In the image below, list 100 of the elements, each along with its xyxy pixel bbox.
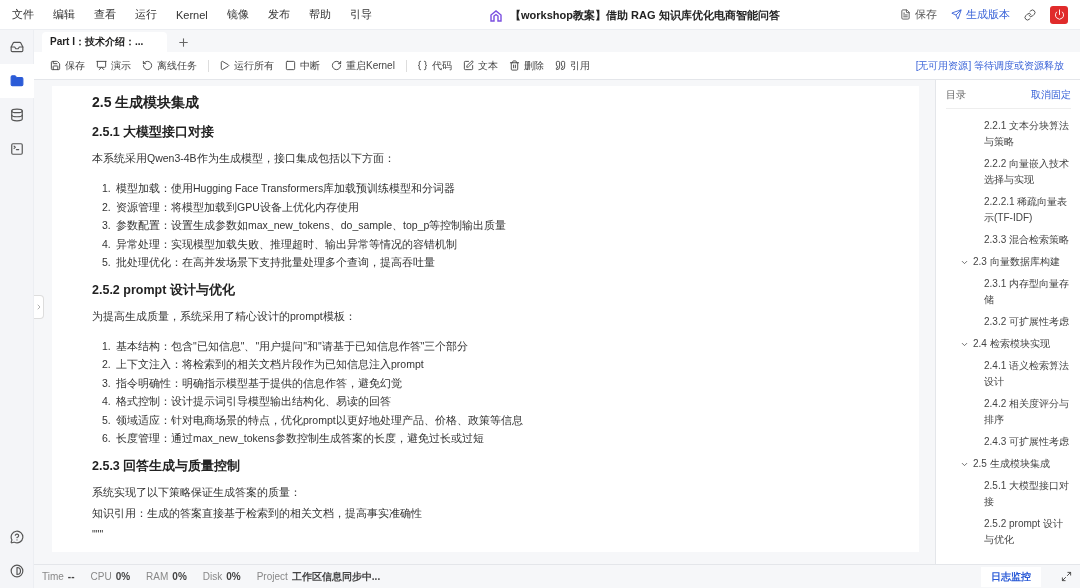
inbox-icon [9,40,24,54]
toolbar-button[interactable]: 代码 [416,58,452,73]
list-item: 异常处理：实现模型加载失败、推理超时、输出异常等情况的容错机制 [116,236,457,251]
collapse-handle[interactable] [34,295,44,319]
subsection-heading: 2.5.1 大模型接口对接 [92,124,216,141]
document-icon [900,9,911,20]
toolbar-button[interactable]: 保存 [50,58,85,73]
list-item: 基本结构：包含"已知信息"、"用户提问"和"请基于已知信息作答"三个部分 [116,338,469,353]
fullscreen-icon[interactable] [1061,571,1072,582]
menu-item[interactable]: 发布 [267,7,290,22]
paragraph: 系统实现了以下策略保证生成答案的质量： [92,484,302,499]
list-item: 参数配置：设置生成参数如max_new_tokens、do_sample、top_p等控制输出质量 [116,218,507,233]
status-value: -- [67,571,75,582]
toc-item[interactable]: 2.4.3 可扩展性考虑 [946,431,1071,453]
presentation-icon [96,60,107,71]
list-number: 4. [102,394,112,409]
list-number: 5. [102,255,112,270]
trash-icon [508,60,520,71]
folder-button[interactable] [0,64,34,98]
help-icon [9,530,24,544]
list-number: 2. [102,357,112,372]
save-button[interactable]: 保存 [900,7,937,22]
toc-section[interactable]: 2.3 向量数据库构建 [946,251,1060,273]
list-number: 6. [102,431,112,446]
list-item: 批处理优化：在高并发场景下支持批量处理多个查询，提高吞吐量 [116,255,435,270]
toolbar-button[interactable]: 重启Kernel [331,58,395,73]
unpin-link[interactable]: 取消固定 [1031,88,1071,102]
paragraph: 为提高生成质量，系统采用了精心设计的prompt模板： [92,308,357,323]
toc-title: 目录 [946,88,966,102]
send-icon [951,9,962,20]
toc-section[interactable]: 2.4 检索模块实现 [946,333,1050,355]
toolbar-button[interactable]: 删除 [508,58,544,73]
link-button[interactable] [1024,8,1036,21]
status-value: 工作区信息同步中... [291,569,381,584]
menu-item[interactable]: 文件 [12,7,34,22]
status-value: 0% [172,571,187,582]
list-item: 领域适应：针对电商场景的特点，优化prompt以更好地处理产品、价格、政策等信息 [116,412,523,427]
square-icon [285,60,296,71]
toolbar-button[interactable]: 中断 [285,58,320,73]
subsection-heading: 2.5.3 回答生成与质量控制 [92,457,242,475]
plus-icon [177,35,191,49]
toc-item[interactable]: 2.4.2 相关度评分与排序 [946,393,1071,431]
toc-section[interactable]: 2.5 生成模块集成 [946,453,1050,475]
terminal-icon [9,142,24,156]
list-number: 3. [102,218,112,233]
list-number: 2. [102,199,112,214]
status-value: 0% [226,571,241,582]
notebook-tab[interactable]: Part I：技术介绍：... [42,32,168,52]
toc-item[interactable]: 2.2.2 向量嵌入技术选择与实现 [946,153,1071,191]
menu-item[interactable]: Kernel [176,8,208,21]
contrast-icon [9,564,24,578]
list-item: 指令明确性：明确指示模型基于提供的信息作答，避免幻觉 [116,375,402,390]
toc-item[interactable]: 2.3.2 可扩展性考虑 [946,311,1071,333]
restart-icon [331,60,342,71]
publish-button[interactable]: 生成版本 [951,7,1010,22]
link-icon [1024,8,1036,21]
quote-icon [554,60,566,71]
menu-item[interactable]: 编辑 [53,7,75,22]
menu-item[interactable]: 运行 [135,7,157,22]
toolbar-button[interactable]: 演示 [96,58,131,73]
play-icon [219,60,230,71]
list-number: 1. [102,181,112,196]
menu-item[interactable]: 帮助 [308,7,331,22]
toc-item[interactable]: 2.4.1 语义检索算法设计 [946,355,1071,393]
power-icon [1053,9,1065,20]
toc-item[interactable]: 2.3.1 内存型向量存储 [946,273,1071,311]
menu-item[interactable]: 引导 [349,7,372,22]
logo-icon [490,9,502,22]
paragraph: """ [92,526,105,541]
status-value: 0% [115,571,131,582]
toolbar-button[interactable]: 引用 [554,58,590,73]
status-label: RAM [146,571,169,582]
toc-item[interactable]: 2.3.3 混合检索策略 [946,229,1071,251]
toolbar-button[interactable]: 运行所有 [219,58,274,73]
toc-item[interactable]: 2.2.2.1 稀疏向量表示(TF-IDF) [946,191,1071,229]
toolbar-button[interactable]: 离线任务 [142,58,197,73]
section-heading: 2.5 生成模块集成 [92,94,201,112]
menu-item[interactable]: 镜像 [226,7,249,22]
edit-icon [462,60,474,71]
resource-status-link[interactable]: [无可用资源] 等待调度或资源释放 [915,58,1064,73]
folder-icon [9,74,24,88]
toc-item[interactable]: 2.5.2 prompt 设计与优化 [946,513,1071,551]
list-number: 5. [102,412,112,427]
toolbar-button[interactable]: 文本 [462,58,498,73]
window-title: 【workshop教案】借助 RAG 知识库优化电商智能问答 [510,8,780,23]
braces-icon [416,60,428,71]
toc-item[interactable]: 2.2.1 文本分块算法与策略 [946,115,1071,153]
log-monitor-button[interactable]: 日志监控 [981,566,1041,587]
status-label: Disk [202,571,223,582]
toc-item[interactable]: 2.5.1 大模型接口对接 [946,475,1071,513]
list-number: 4. [102,236,112,251]
power-button[interactable] [1050,5,1068,24]
status-label: CPU [90,571,112,582]
paragraph: 知识引用：生成的答案直接基于检索到的相关文档，提高事实准确性 [92,505,423,520]
list-number: 3. [102,375,112,390]
subsection-heading: 2.5.2 prompt 设计与优化 [92,281,236,299]
menu-item[interactable]: 查看 [94,7,116,22]
refresh-icon [142,60,153,71]
status-label: Project [256,571,288,582]
list-item: 格式控制：设计提示词引导模型输出结构化、易读的回答 [116,394,391,409]
